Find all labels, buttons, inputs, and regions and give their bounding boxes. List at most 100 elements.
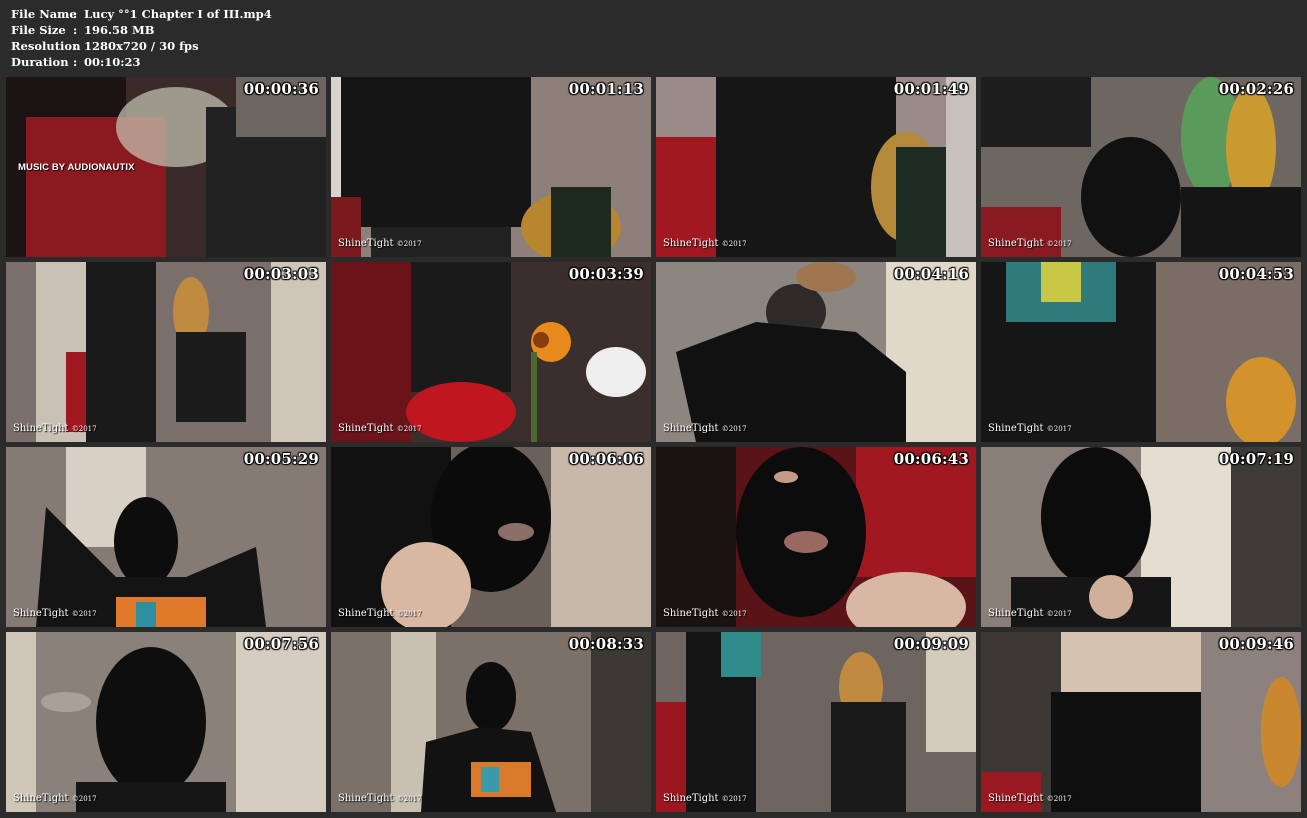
thumbnail[interactable]: ShineTight ©2017 00:03:03 [6,262,326,442]
duration-value: 00:10:23 [84,55,141,69]
scene-image [981,262,1301,442]
watermark-year: ©2017 [721,240,747,248]
scene-image [656,447,976,627]
file-size-value: 196.58 MB [84,23,155,37]
thumbnail-timestamp: 00:04:53 [1218,265,1294,283]
watermark-year: ©2017 [1046,610,1072,618]
scene-image [331,632,651,812]
thumbnail[interactable]: ShineTight ©2017 00:09:09 [656,632,976,812]
thumbnail[interactable]: ShineTight ©2017 00:04:53 [981,262,1301,442]
thumbnail-timestamp: 00:02:26 [1218,80,1294,98]
scene-image [331,447,651,627]
watermark-year: ©2017 [1046,240,1072,248]
thumbnail[interactable]: ShineTight ©2017 00:05:29 [6,447,326,627]
watermark-year: ©2017 [721,610,747,618]
watermark: ShineTight ©2017 [338,238,422,249]
watermark-brand: ShineTight [663,238,719,249]
thumbnail[interactable]: ShineTight ©2017 00:06:43 [656,447,976,627]
watermark-year: ©2017 [71,425,97,433]
scene-image [981,632,1301,812]
watermark-brand: ShineTight [663,793,719,804]
watermark-year: ©2017 [721,425,747,433]
thumbnail[interactable]: ShineTight ©2017 00:04:16 [656,262,976,442]
watermark-brand: ShineTight [338,608,394,619]
watermark: ShineTight ©2017 [338,423,422,434]
thumbnail-timestamp: 00:06:06 [568,450,644,468]
file-name-sep: : [73,7,78,21]
duration-row: Duration : 00:10:23 [11,54,272,70]
thumbnail[interactable]: MUSIC BY AUDIONAUTIX 00:00:36 [6,77,326,257]
watermark-year: ©2017 [721,795,747,803]
thumbnail-timestamp: 00:00:36 [243,80,319,98]
watermark-brand: ShineTight [988,608,1044,619]
thumbnail-timestamp: 00:08:33 [568,635,644,653]
watermark: ShineTight ©2017 [988,238,1072,249]
watermark-brand: ShineTight [988,238,1044,249]
watermark-brand: ShineTight [338,238,394,249]
duration-key: Duration [11,55,69,69]
watermark-brand: ShineTight [13,608,69,619]
thumbnail-timestamp: 00:01:49 [893,80,969,98]
thumbnail-timestamp: 00:03:39 [568,265,644,283]
watermark-brand: ShineTight [338,423,394,434]
duration-sep: : [73,55,78,69]
watermark: ShineTight ©2017 [988,608,1072,619]
watermark-brand: ShineTight [13,793,69,804]
watermark-brand: ShineTight [988,793,1044,804]
watermark-year: ©2017 [396,795,422,803]
thumbnail[interactable]: ShineTight ©2017 00:06:06 [331,447,651,627]
thumbnail-timestamp: 00:04:16 [893,265,969,283]
watermark-brand: ShineTight [13,423,69,434]
file-size-key: File Size [11,23,66,37]
watermark-brand: ShineTight [663,423,719,434]
thumbnail-timestamp: 00:05:29 [243,450,319,468]
watermark: ShineTight ©2017 [13,608,97,619]
watermark-year: ©2017 [1046,425,1072,433]
thumbnail-timestamp: 00:09:46 [1218,635,1294,653]
scene-image [331,262,651,442]
watermark: ShineTight ©2017 [663,238,747,249]
music-credit: MUSIC BY AUDIONAUTIX [18,162,135,173]
thumbnail[interactable]: ShineTight ©2017 00:07:56 [6,632,326,812]
thumbnail[interactable]: ShineTight ©2017 00:02:26 [981,77,1301,257]
thumbnail[interactable]: ShineTight ©2017 00:07:19 [981,447,1301,627]
watermark: ShineTight ©2017 [338,793,422,804]
thumbnail-timestamp: 00:06:43 [893,450,969,468]
resolution-key: Resolution [11,39,81,53]
resolution-sep: : [73,39,78,53]
contact-sheet: File Name : Lucy °°1 Chapter I of III.mp… [0,0,1307,818]
file-name-row: File Name : Lucy °°1 Chapter I of III.mp… [11,6,272,22]
thumbnail-timestamp: 00:07:19 [1218,450,1294,468]
watermark-year: ©2017 [396,425,422,433]
watermark: ShineTight ©2017 [988,423,1072,434]
scene-image [6,262,326,442]
file-info-panel: File Name : Lucy °°1 Chapter I of III.mp… [11,6,272,70]
scene-image [981,77,1301,257]
resolution-value: 1280x720 / 30 fps [84,39,199,53]
scene-image [656,77,976,257]
scene-image [331,77,651,257]
thumbnail-timestamp: 00:01:13 [568,80,644,98]
watermark-year: ©2017 [396,240,422,248]
watermark: ShineTight ©2017 [988,793,1072,804]
watermark-brand: ShineTight [338,793,394,804]
thumbnail[interactable]: ShineTight ©2017 00:03:39 [331,262,651,442]
thumbnail-timestamp: 00:09:09 [893,635,969,653]
thumbnail[interactable]: ShineTight ©2017 00:01:13 [331,77,651,257]
scene-image [6,632,326,812]
file-name-key: File Name [11,7,77,21]
scene-image [981,447,1301,627]
file-size-row: File Size : 196.58 MB [11,22,272,38]
watermark-brand: ShineTight [663,608,719,619]
thumbnail-timestamp: 00:07:56 [243,635,319,653]
watermark: ShineTight ©2017 [13,793,97,804]
thumbnail[interactable]: ShineTight ©2017 00:09:46 [981,632,1301,812]
watermark-year: ©2017 [71,795,97,803]
watermark-brand: ShineTight [988,423,1044,434]
watermark: ShineTight ©2017 [663,793,747,804]
thumbnail[interactable]: ShineTight ©2017 00:01:49 [656,77,976,257]
thumbnail[interactable]: ShineTight ©2017 00:08:33 [331,632,651,812]
watermark: ShineTight ©2017 [663,423,747,434]
scene-image [6,447,326,627]
watermark: ShineTight ©2017 [663,608,747,619]
